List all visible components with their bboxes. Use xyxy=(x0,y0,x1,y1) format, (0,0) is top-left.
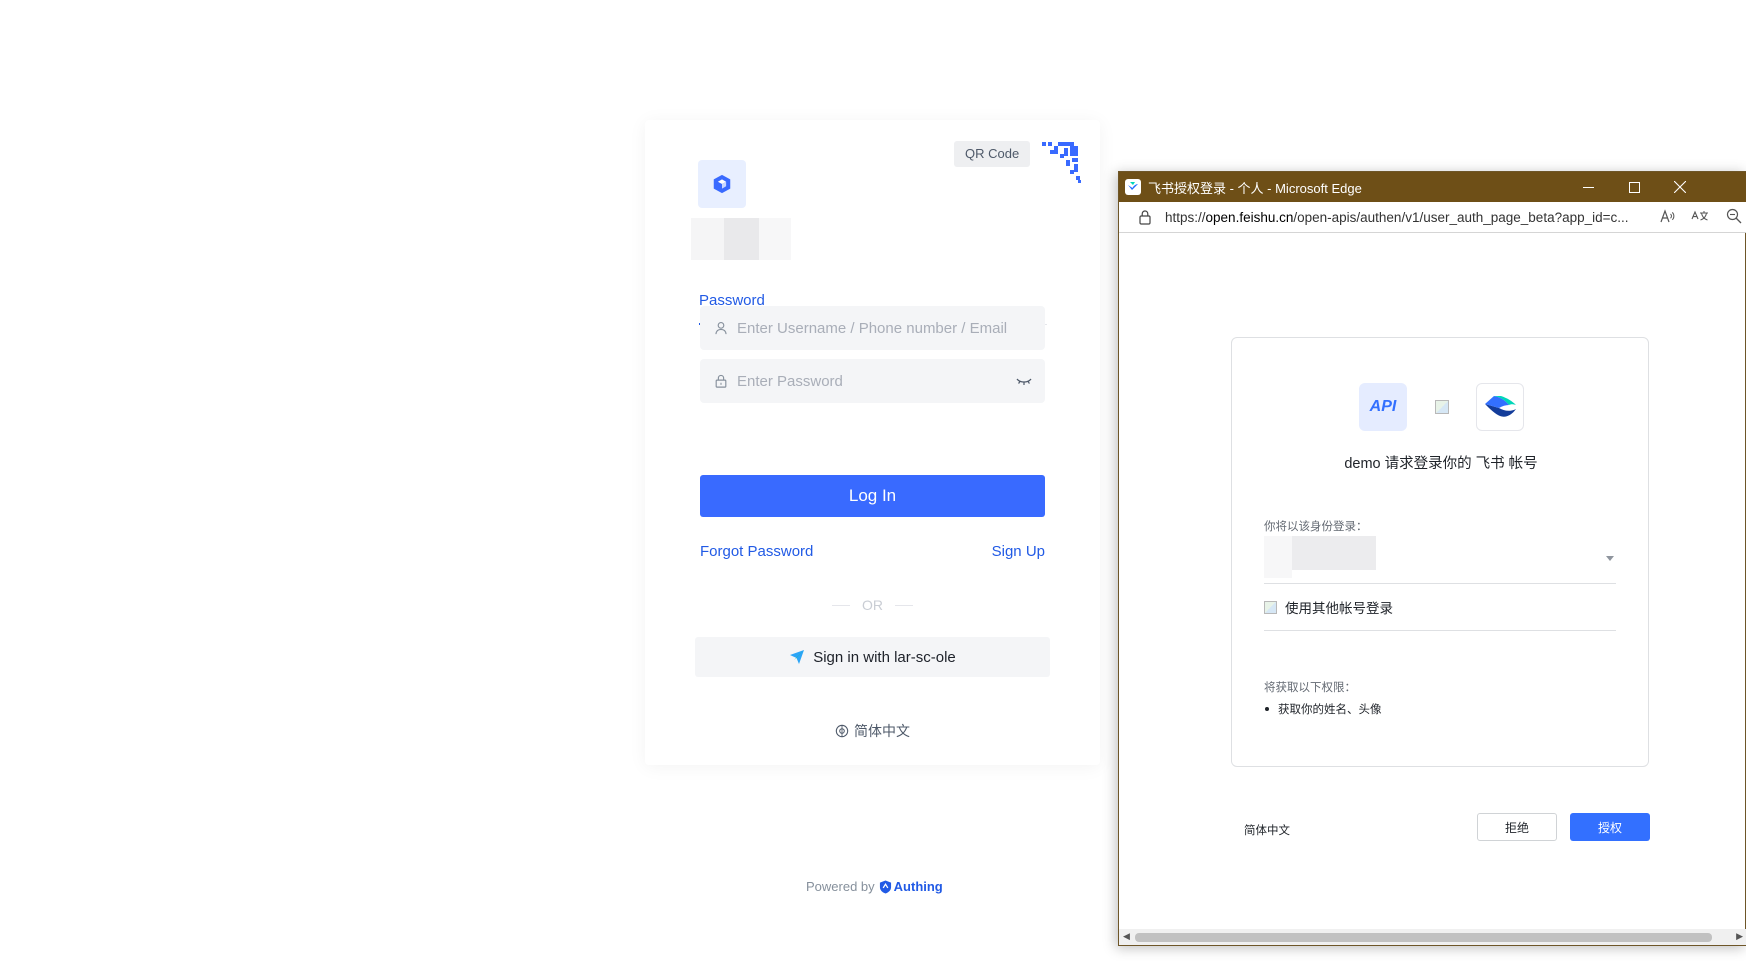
cube-icon xyxy=(713,174,731,194)
login-button[interactable]: Log In xyxy=(700,475,1045,517)
password-input[interactable] xyxy=(737,372,1007,390)
url-prefix: https:// xyxy=(1165,209,1206,225)
padlock-icon[interactable] xyxy=(1137,209,1153,225)
url-text[interactable]: https://open.feishu.cn/open-apis/authen/… xyxy=(1165,210,1645,225)
qr-code-toggle[interactable] xyxy=(1038,140,1082,184)
language-switcher[interactable]: 简体中文 xyxy=(835,721,910,741)
qr-code-tooltip: QR Code xyxy=(954,141,1031,167)
translate-icon[interactable] xyxy=(1691,208,1709,227)
scroll-left-icon[interactable]: ◀ xyxy=(1123,931,1130,942)
account-selector[interactable] xyxy=(1264,536,1616,584)
permissions-label: 将获取以下权限： xyxy=(1264,682,1356,694)
globe-icon xyxy=(835,724,849,738)
broken-image-icon xyxy=(1264,600,1277,614)
account-redacted xyxy=(1264,536,1376,578)
app-link-icons: API xyxy=(1359,383,1524,431)
reject-button[interactable]: 拒绝 xyxy=(1477,813,1557,841)
or-divider: OR xyxy=(820,597,925,613)
permission-item: 获取你的姓名、头像 xyxy=(1264,701,1382,717)
identity-label: 你将以该身份登录： xyxy=(1264,521,1368,533)
other-account-option[interactable]: 使用其他帐号登录 xyxy=(1264,584,1616,631)
scrollbar-thumb[interactable] xyxy=(1135,933,1712,942)
close-icon xyxy=(1674,181,1686,193)
shield-icon xyxy=(879,880,891,893)
feishu-logo-icon xyxy=(1476,383,1524,431)
lock-icon xyxy=(713,373,729,389)
app-name-redacted xyxy=(691,218,791,260)
chevron-down-icon[interactable] xyxy=(1606,556,1614,561)
authing-brand-link[interactable]: Authing xyxy=(879,879,943,894)
username-input[interactable] xyxy=(737,319,1007,337)
auth-request-text: demo 请求登录你的 飞书 帐号 xyxy=(1344,456,1538,472)
address-bar[interactable]: https://open.feishu.cn/open-apis/authen/… xyxy=(1119,202,1746,233)
username-field[interactable] xyxy=(700,306,1045,350)
forgot-password-link[interactable]: Forgot Password xyxy=(700,543,813,560)
social-login-label: Sign in with lar-sc-ole xyxy=(813,648,956,666)
read-aloud-icon[interactable] xyxy=(1659,208,1675,227)
feishu-favicon-icon xyxy=(1125,179,1141,195)
auth-popup-window: 飞书授权登录 - 个人 - Microsoft Edge https://ope… xyxy=(1118,171,1746,946)
user-icon xyxy=(713,320,729,336)
popup-language-switcher[interactable]: 简体中文 xyxy=(1244,822,1290,838)
password-field[interactable] xyxy=(700,359,1045,403)
maximize-button[interactable] xyxy=(1611,172,1657,202)
authorization-card: API demo 请求登录你的 飞书 帐号 你将以该身份登录： 使用其他帐号登录… xyxy=(1231,337,1649,767)
eye-closed-icon[interactable] xyxy=(1015,372,1033,390)
minimize-icon xyxy=(1582,186,1594,188)
api-app-logo: API xyxy=(1359,383,1407,431)
url-domain: open.feishu.cn xyxy=(1205,209,1294,225)
horizontal-scrollbar[interactable]: ◀ ▶ xyxy=(1119,929,1746,945)
minimize-button[interactable] xyxy=(1565,172,1611,202)
qr-code-icon xyxy=(1038,140,1082,184)
powered-by: Powered by Authing xyxy=(806,879,943,894)
authing-brand-label: Authing xyxy=(893,879,943,894)
permission-item-label: 获取你的姓名、头像 xyxy=(1278,704,1382,716)
language-label: 简体中文 xyxy=(854,723,910,739)
broken-image-icon xyxy=(1434,400,1449,414)
sign-up-link[interactable]: Sign Up xyxy=(992,543,1045,560)
maximize-icon xyxy=(1628,181,1640,193)
url-path: /open-apis/authen/v1/user_auth_page_beta… xyxy=(1293,209,1629,225)
window-titlebar: 飞书授权登录 - 个人 - Microsoft Edge xyxy=(1119,172,1746,202)
zoom-icon[interactable] xyxy=(1726,208,1742,227)
scroll-right-icon[interactable]: ▶ xyxy=(1736,931,1743,942)
window-title: 飞书授权登录 - 个人 - Microsoft Edge xyxy=(1148,180,1362,196)
page: QR Code Password Enter Username / Phone … xyxy=(0,0,1746,961)
other-account-label: 使用其他帐号登录 xyxy=(1285,601,1393,616)
social-login-button[interactable]: Sign in with lar-sc-ole xyxy=(695,637,1050,677)
app-logo xyxy=(698,160,746,208)
or-text: OR xyxy=(862,597,883,613)
paper-plane-icon xyxy=(790,650,805,664)
authorize-button[interactable]: 授权 xyxy=(1570,813,1650,841)
close-button[interactable] xyxy=(1657,172,1703,202)
powered-by-label: Powered by xyxy=(806,879,875,894)
login-card: QR Code Password Enter Username / Phone … xyxy=(645,120,1100,765)
